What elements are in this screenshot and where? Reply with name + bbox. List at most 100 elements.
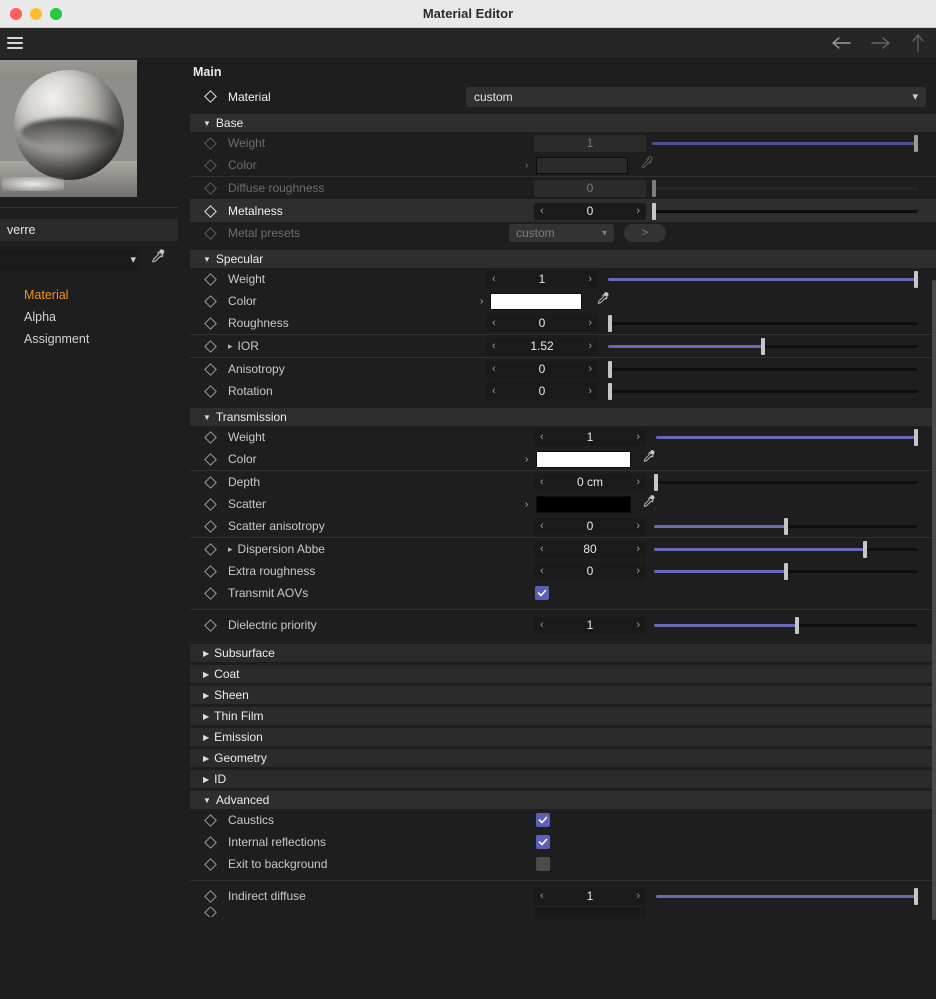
button-metal-presets-next[interactable]: > <box>624 224 666 242</box>
input-anisotropy[interactable]: ‹ 0 › <box>486 360 598 378</box>
expand-arrow-base-color[interactable]: › <box>525 160 528 171</box>
eyedropper-icon[interactable] <box>638 155 654 176</box>
input-extra-roughness[interactable]: ‹ 0 › <box>534 562 646 580</box>
increment-arrow-icon[interactable]: › <box>588 340 592 352</box>
input-partial[interactable] <box>534 907 646 917</box>
slider-dispersion-abbe[interactable] <box>654 540 918 558</box>
decrement-arrow-icon[interactable]: ‹ <box>540 431 544 443</box>
eyedropper-icon[interactable] <box>640 449 656 470</box>
increment-arrow-icon[interactable]: › <box>636 890 640 902</box>
increment-arrow-icon[interactable]: › <box>636 205 640 217</box>
decrement-arrow-icon[interactable]: ‹ <box>540 543 544 555</box>
keyframe-diamond-transmission-weight[interactable] <box>204 430 217 444</box>
increment-arrow-icon[interactable]: › <box>588 317 592 329</box>
keyframe-diamond-indirect-diffuse[interactable] <box>204 889 217 903</box>
maximize-button[interactable] <box>50 7 62 20</box>
section-header-specular[interactable]: ▼ Specular <box>190 250 936 268</box>
increment-arrow-icon[interactable]: › <box>636 520 640 532</box>
keyframe-diamond-transmission-color[interactable] <box>204 452 217 466</box>
input-depth[interactable]: ‹ 0 cm › <box>534 473 646 491</box>
material-select[interactable]: custom ▾ <box>466 86 926 107</box>
section-header-geometry[interactable]: ▶ Geometry <box>190 749 936 767</box>
slider-anisotropy[interactable] <box>608 360 918 378</box>
vertical-scrollbar[interactable] <box>932 280 936 920</box>
keyframe-diamond-metalness[interactable] <box>204 204 217 218</box>
keyframe-diamond-base-weight[interactable] <box>204 136 217 150</box>
input-metalness[interactable]: ‹ 0 › <box>534 202 646 220</box>
dropdown-metal-presets[interactable]: custom ▾ <box>509 224 614 242</box>
slider-extra-roughness[interactable] <box>654 562 918 580</box>
keyframe-diamond-scatter[interactable] <box>204 497 217 511</box>
hamburger-icon[interactable] <box>7 34 23 52</box>
input-indirect-diffuse[interactable]: ‹ 1 › <box>534 887 646 905</box>
minimize-button[interactable] <box>30 7 42 20</box>
decrement-arrow-icon[interactable]: ‹ <box>540 520 544 532</box>
section-header-emission[interactable]: ▶ Emission <box>190 728 936 746</box>
keyframe-diamond-transmit-aovs[interactable] <box>204 586 217 600</box>
swatch-base-color[interactable] <box>536 156 628 174</box>
decrement-arrow-icon[interactable]: ‹ <box>492 317 496 329</box>
section-header-sheen[interactable]: ▶ Sheen <box>190 686 936 704</box>
swatch-specular-color[interactable] <box>490 292 582 310</box>
keyframe-diamond-anisotropy[interactable] <box>204 362 217 376</box>
slider-metalness[interactable] <box>652 202 918 220</box>
arrow-right-icon[interactable] <box>870 35 892 51</box>
keyframe-diamond-extra-roughness[interactable] <box>204 564 217 578</box>
eyedropper-icon[interactable] <box>148 248 166 271</box>
increment-arrow-icon[interactable]: › <box>588 385 592 397</box>
input-specular-roughness[interactable]: ‹ 0 › <box>486 314 598 332</box>
slider-ior[interactable] <box>608 337 918 355</box>
checkbox-caustics[interactable] <box>536 813 550 827</box>
input-scatter-anisotropy[interactable]: ‹ 0 › <box>534 517 646 535</box>
material-name-input[interactable] <box>0 219 178 241</box>
keyframe-diamond-scatter-anisotropy[interactable] <box>204 519 217 533</box>
keyframe-diamond-ior[interactable] <box>204 339 217 353</box>
keyframe-diamond-internal-reflections[interactable] <box>204 835 217 849</box>
keyframe-diamond-metal-presets[interactable] <box>204 226 217 240</box>
decrement-arrow-icon[interactable]: ‹ <box>492 340 496 352</box>
keyframe-diamond-dispersion-abbe[interactable] <box>204 542 217 556</box>
input-specular-weight[interactable]: ‹ 1 › <box>486 270 598 288</box>
material-type-select[interactable]: ▾ <box>0 249 140 270</box>
slider-specular-weight[interactable] <box>608 270 918 288</box>
arrow-left-icon[interactable] <box>830 35 852 51</box>
expand-arrow-scatter[interactable]: › <box>525 499 528 510</box>
increment-arrow-icon[interactable]: › <box>636 431 640 443</box>
increment-arrow-icon[interactable]: › <box>636 565 640 577</box>
input-base-weight[interactable]: 1 <box>534 134 646 152</box>
decrement-arrow-icon[interactable]: ‹ <box>540 476 544 488</box>
decrement-arrow-icon[interactable]: ‹ <box>540 205 544 217</box>
decrement-arrow-icon[interactable]: ‹ <box>492 363 496 375</box>
slider-rotation[interactable] <box>608 382 918 400</box>
keyframe-diamond-specular-weight[interactable] <box>204 272 217 286</box>
sidebar-item-material[interactable]: Material <box>24 284 190 306</box>
section-header-advanced[interactable]: ▼ Advanced <box>190 791 936 809</box>
section-header-transmission[interactable]: ▼ Transmission <box>190 408 936 426</box>
keyframe-diamond-material[interactable] <box>204 90 217 103</box>
expand-arrow-dispersion-abbe[interactable]: ▸ <box>228 544 233 555</box>
increment-arrow-icon[interactable]: › <box>636 543 640 555</box>
keyframe-diamond-specular-roughness[interactable] <box>204 316 217 330</box>
checkbox-transmit-aovs[interactable] <box>535 586 549 600</box>
section-header-thin-film[interactable]: ▶ Thin Film <box>190 707 936 725</box>
section-header-base[interactable]: ▼ Base <box>190 114 936 132</box>
sidebar-item-alpha[interactable]: Alpha <box>24 306 190 328</box>
keyframe-diamond-partial[interactable] <box>204 907 217 917</box>
keyframe-diamond-diffuse-roughness[interactable] <box>204 181 217 195</box>
keyframe-diamond-specular-color[interactable] <box>204 294 217 308</box>
decrement-arrow-icon[interactable]: ‹ <box>492 385 496 397</box>
slider-base-weight[interactable] <box>652 134 918 152</box>
material-preview-thumbnail[interactable] <box>0 60 137 197</box>
input-rotation[interactable]: ‹ 0 › <box>486 382 598 400</box>
increment-arrow-icon[interactable]: › <box>588 363 592 375</box>
keyframe-diamond-exit-to-background[interactable] <box>204 857 217 871</box>
decrement-arrow-icon[interactable]: ‹ <box>540 565 544 577</box>
swatch-scatter[interactable] <box>536 495 631 513</box>
checkbox-internal-reflections[interactable] <box>536 835 550 849</box>
input-ior[interactable]: ‹ 1.52 › <box>486 337 598 355</box>
decrement-arrow-icon[interactable]: ‹ <box>492 273 496 285</box>
sidebar-item-assignment[interactable]: Assignment <box>24 328 190 350</box>
eyedropper-icon[interactable] <box>594 291 610 312</box>
swatch-transmission-color[interactable] <box>536 450 631 468</box>
slider-diffuse-roughness[interactable] <box>652 179 918 197</box>
